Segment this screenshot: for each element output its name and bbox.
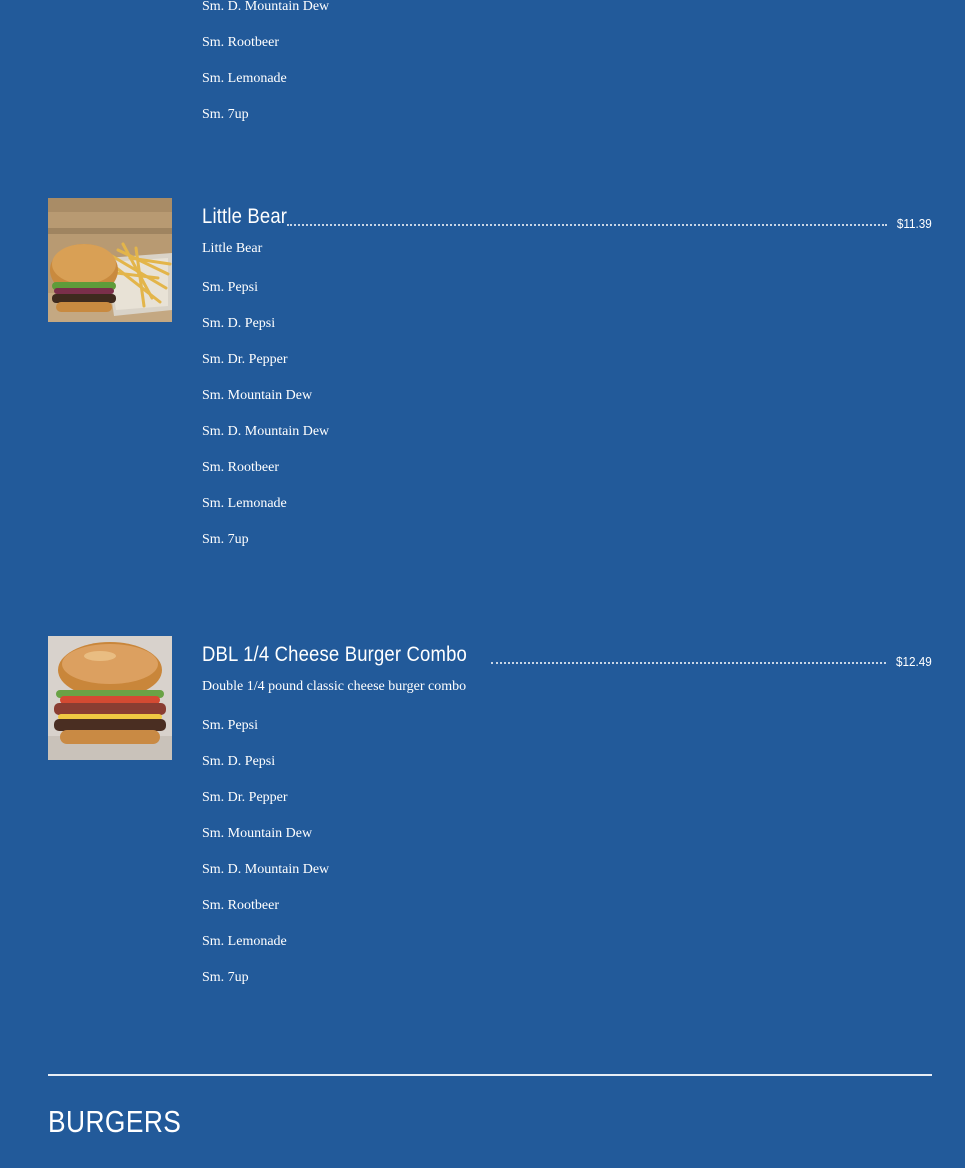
drink-option[interactable]: Sm. Rootbeer	[202, 25, 329, 61]
drink-option[interactable]: Sm. Dr. Pepper	[202, 780, 932, 816]
title-row: DBL 1/4 Cheese Burger Combo $12.49	[202, 636, 932, 670]
menu-item-details: DBL 1/4 Cheese Burger Combo $12.49 Doubl…	[202, 636, 932, 996]
drink-option[interactable]: Sm. Mountain Dew	[202, 816, 932, 852]
dotted-leader	[491, 661, 887, 664]
item-title[interactable]: Little Bear	[202, 202, 287, 232]
drink-option[interactable]: Sm. Rootbeer	[202, 888, 932, 924]
drink-option[interactable]: Sm. Pepsi	[202, 270, 932, 306]
drink-option[interactable]: Sm. Lemonade	[202, 61, 329, 97]
title-row: Little Bear $11.39	[202, 198, 932, 232]
drink-option[interactable]: Sm. Pepsi	[202, 708, 932, 744]
drink-option[interactable]: Sm. Lemonade	[202, 486, 932, 522]
drink-option[interactable]: Sm. Lemonade	[202, 924, 932, 960]
item-description: Double 1/4 pound classic cheese burger c…	[202, 679, 467, 694]
menu-page: Sm. D. Mountain Dew Sm. Rootbeer Sm. Lem…	[0, 0, 965, 1168]
drink-option[interactable]: Sm. D. Mountain Dew	[202, 852, 932, 888]
drink-option[interactable]: Sm. D. Pepsi	[202, 744, 932, 780]
item-title[interactable]: DBL 1/4 Cheese Burger Combo	[202, 640, 467, 670]
item-price: $12.49	[896, 654, 932, 669]
drink-option[interactable]: Sm. Rootbeer	[202, 450, 932, 486]
item-description: Little Bear	[202, 241, 263, 256]
burger-with-fries-photo[interactable]	[48, 198, 172, 322]
section-title-burgers: BURGERS	[48, 1104, 182, 1139]
previous-item-options: Sm. D. Mountain Dew Sm. Rootbeer Sm. Lem…	[202, 0, 329, 133]
section-divider	[48, 1074, 932, 1076]
drink-options: Sm. Pepsi Sm. D. Pepsi Sm. Dr. Pepper Sm…	[202, 708, 932, 996]
drink-option[interactable]: Sm. D. Mountain Dew	[202, 0, 329, 25]
drink-option[interactable]: Sm. 7up	[202, 522, 932, 558]
dotted-leader	[286, 223, 888, 226]
drink-option[interactable]: Sm. Dr. Pepper	[202, 342, 932, 378]
double-cheese-burger-photo[interactable]	[48, 636, 172, 760]
drink-option[interactable]: Sm. D. Mountain Dew	[202, 414, 932, 450]
drink-options: Sm. Pepsi Sm. D. Pepsi Sm. Dr. Pepper Sm…	[202, 270, 932, 558]
drink-option[interactable]: Sm. 7up	[202, 960, 932, 996]
menu-item-details: Little Bear $11.39 Little Bear Sm. Pepsi…	[202, 198, 932, 558]
item-price: $11.39	[897, 216, 932, 231]
drink-option[interactable]: Sm. Mountain Dew	[202, 378, 932, 414]
drink-option[interactable]: Sm. 7up	[202, 97, 329, 133]
drink-option[interactable]: Sm. D. Pepsi	[202, 306, 932, 342]
